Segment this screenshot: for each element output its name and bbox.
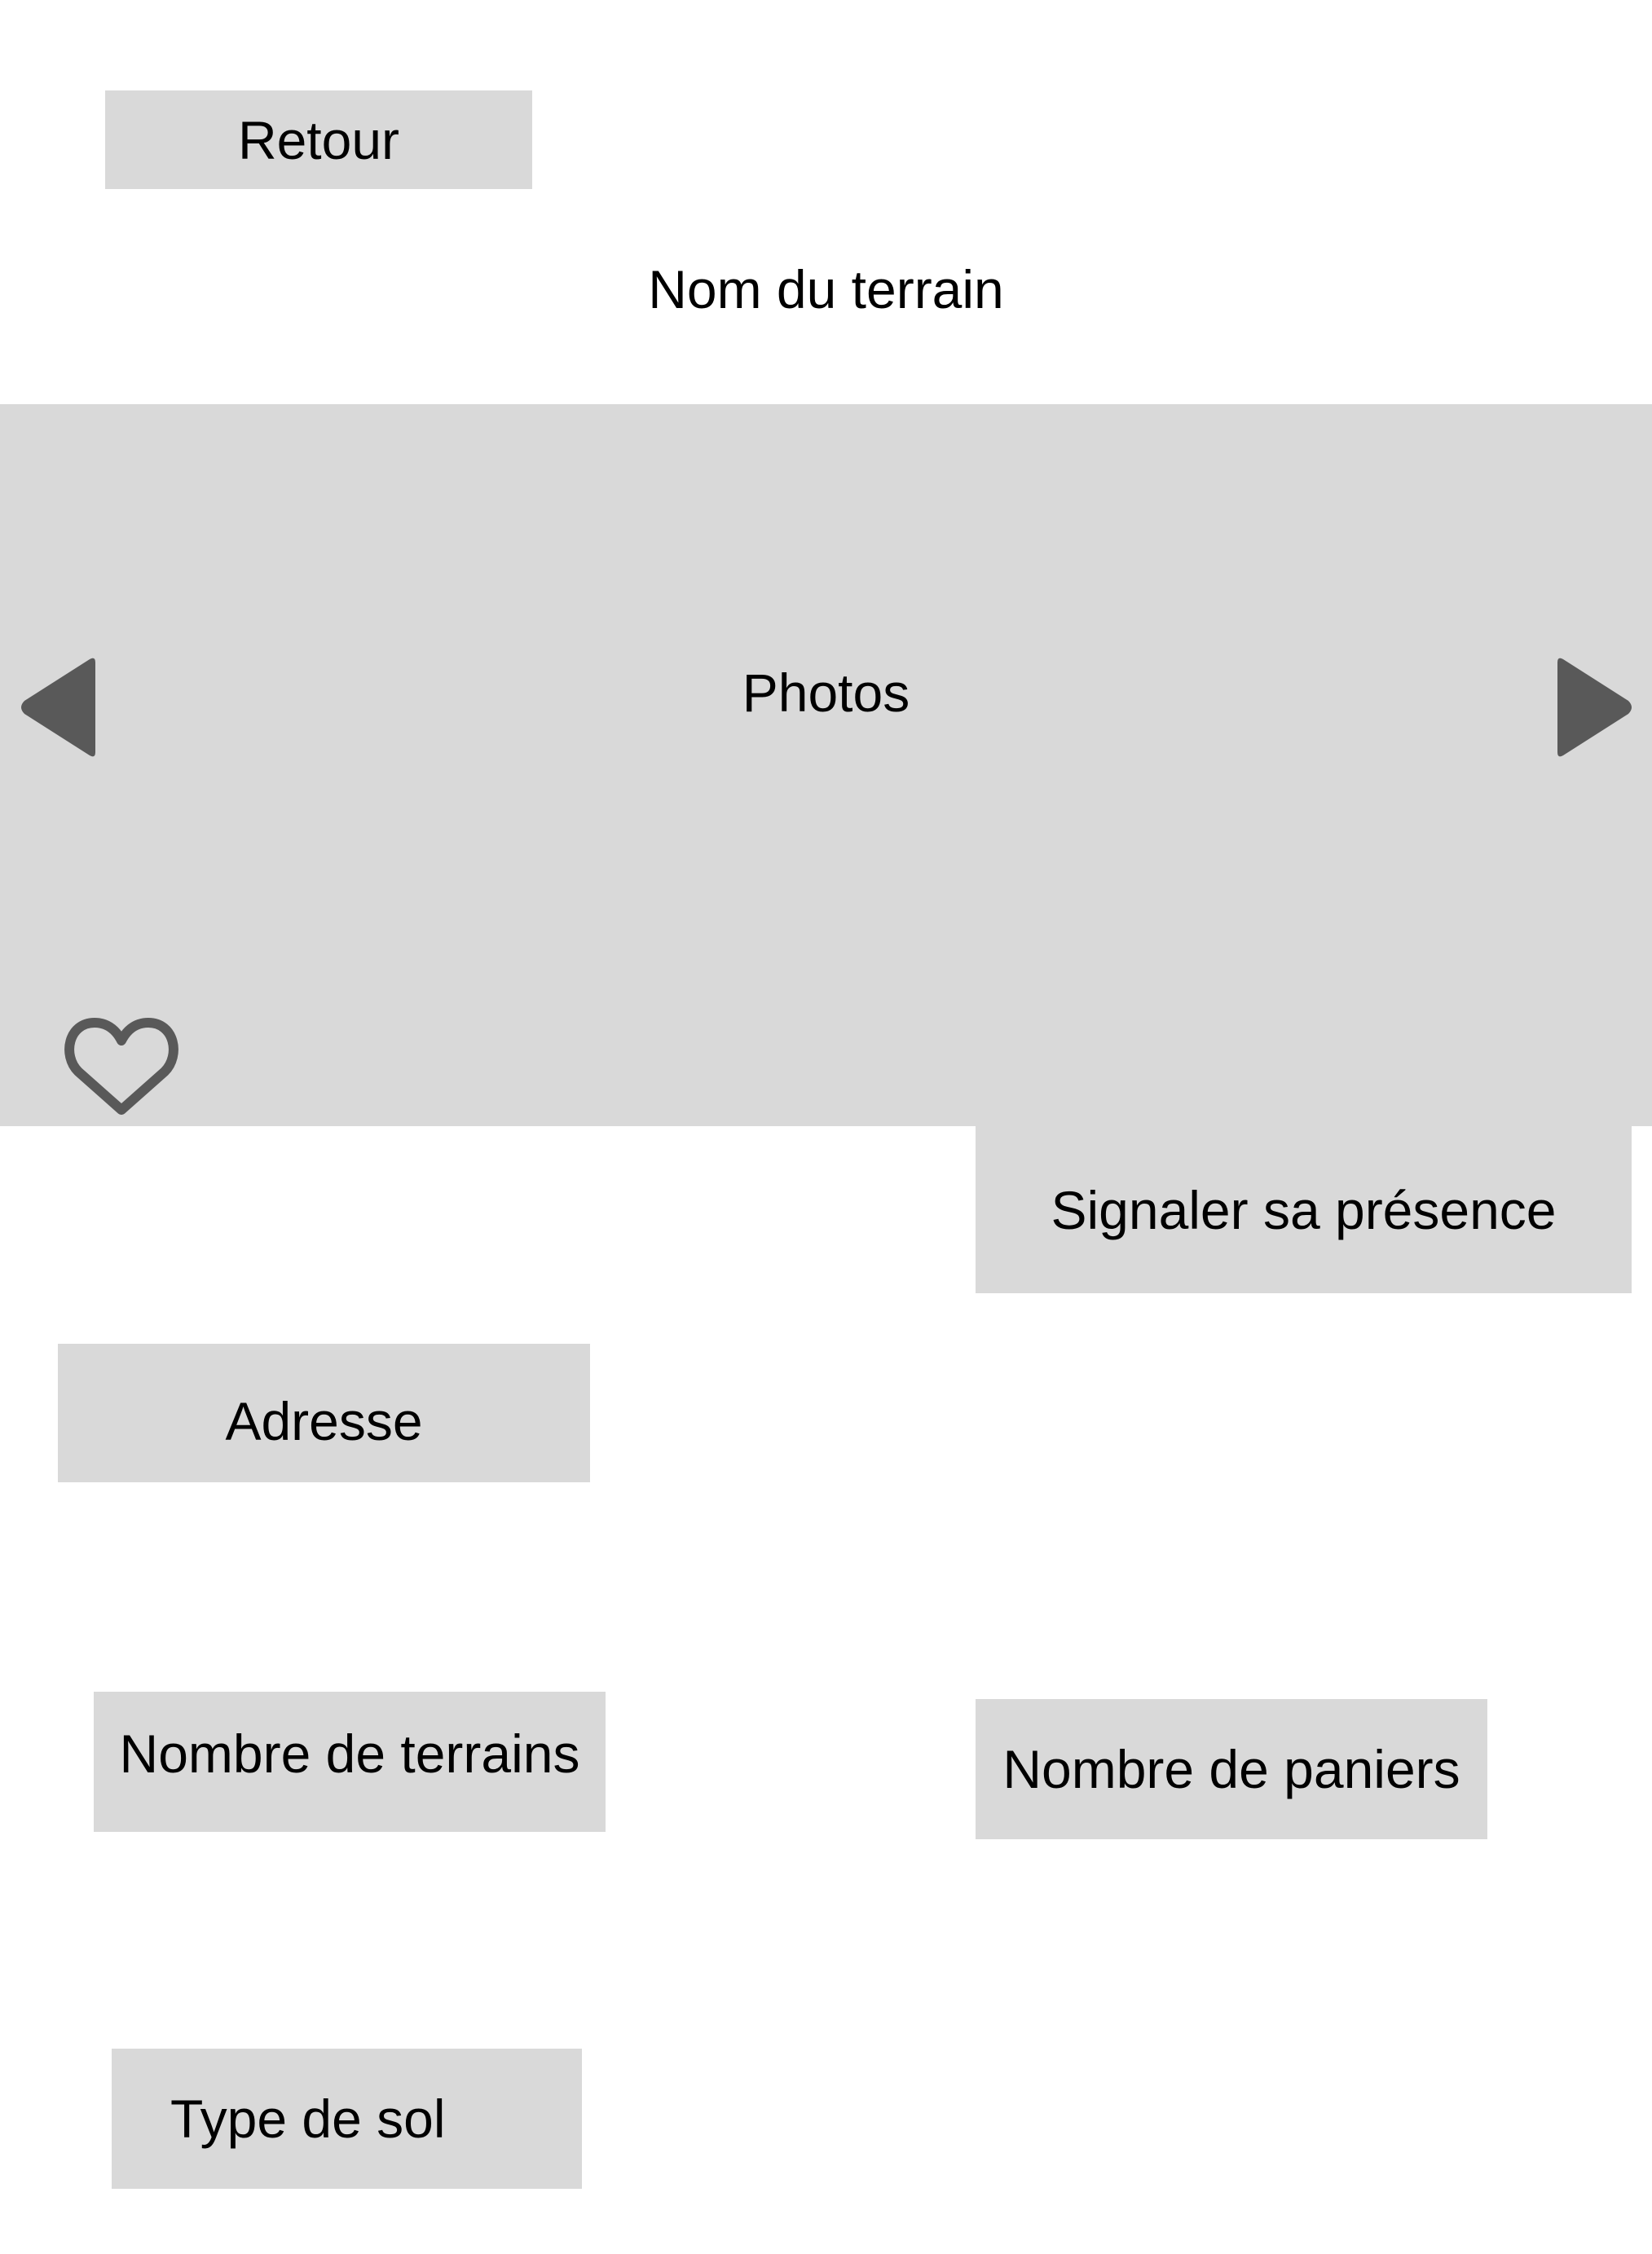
courts-count-field: Nombre de terrains xyxy=(94,1692,606,1832)
baskets-count-field: Nombre de paniers xyxy=(976,1699,1487,1839)
address-field: Adresse xyxy=(58,1344,590,1482)
arrow-right-icon[interactable] xyxy=(1553,656,1635,759)
signal-presence-button[interactable]: Signaler sa présence xyxy=(976,1126,1632,1293)
back-button[interactable]: Retour xyxy=(105,90,532,189)
photo-carousel[interactable] xyxy=(0,404,1652,1126)
surface-type-field: Type de sol xyxy=(112,2049,582,2189)
photos-placeholder-label: Photos xyxy=(742,663,910,723)
heart-icon[interactable] xyxy=(64,1015,179,1117)
arrow-left-icon[interactable] xyxy=(18,656,99,759)
page-title: Nom du terrain xyxy=(648,259,1004,319)
